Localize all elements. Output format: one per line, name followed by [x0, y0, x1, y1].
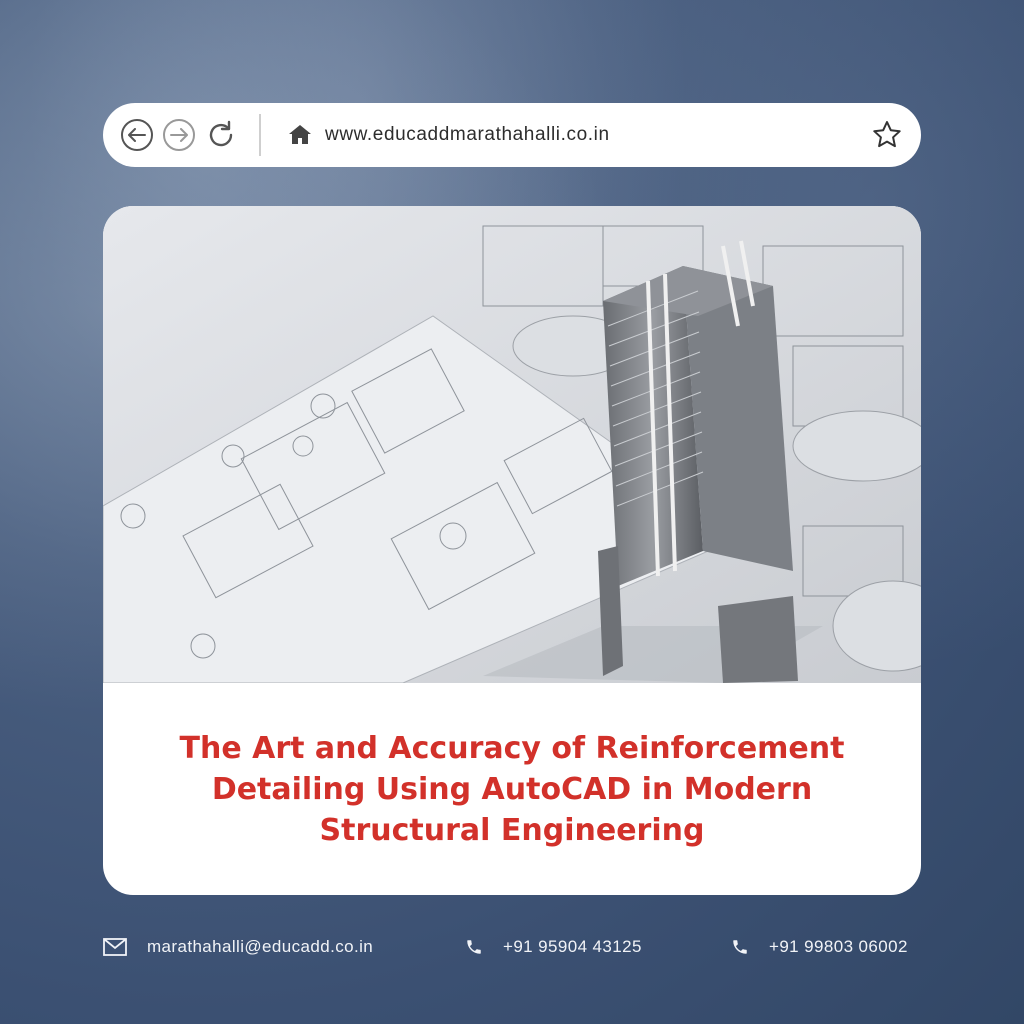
url-text[interactable]: www.educaddmarathahalli.co.in [325, 124, 871, 146]
star-icon[interactable] [871, 119, 903, 151]
mail-icon [103, 938, 127, 956]
home-icon[interactable] [287, 122, 313, 148]
forward-arrow-icon [170, 128, 188, 142]
phone-contact-1[interactable]: +91 95904 43125 [465, 937, 642, 957]
phone-text-2: +91 99803 06002 [769, 937, 908, 956]
forward-button[interactable] [163, 119, 195, 151]
title-box: The Art and Accuracy of Reinforcement De… [103, 683, 921, 895]
email-contact[interactable]: marathahalli@educadd.co.in [103, 937, 373, 957]
address-divider [259, 114, 261, 156]
browser-address-bar: www.educaddmarathahalli.co.in [103, 103, 921, 167]
content-card: The Art and Accuracy of Reinforcement De… [103, 206, 921, 895]
back-button[interactable] [121, 119, 153, 151]
phone-contact-2[interactable]: +91 99803 06002 [731, 937, 908, 957]
contact-footer: marathahalli@educadd.co.in +91 95904 431… [103, 930, 921, 964]
email-text: marathahalli@educadd.co.in [147, 937, 374, 956]
phone-icon [467, 940, 481, 954]
article-title: The Art and Accuracy of Reinforcement De… [179, 730, 845, 848]
phone-text-1: +91 95904 43125 [503, 937, 642, 956]
reload-icon[interactable] [205, 119, 237, 151]
phone-icon [733, 940, 747, 954]
hero-image [103, 206, 921, 683]
back-arrow-icon [128, 128, 146, 142]
